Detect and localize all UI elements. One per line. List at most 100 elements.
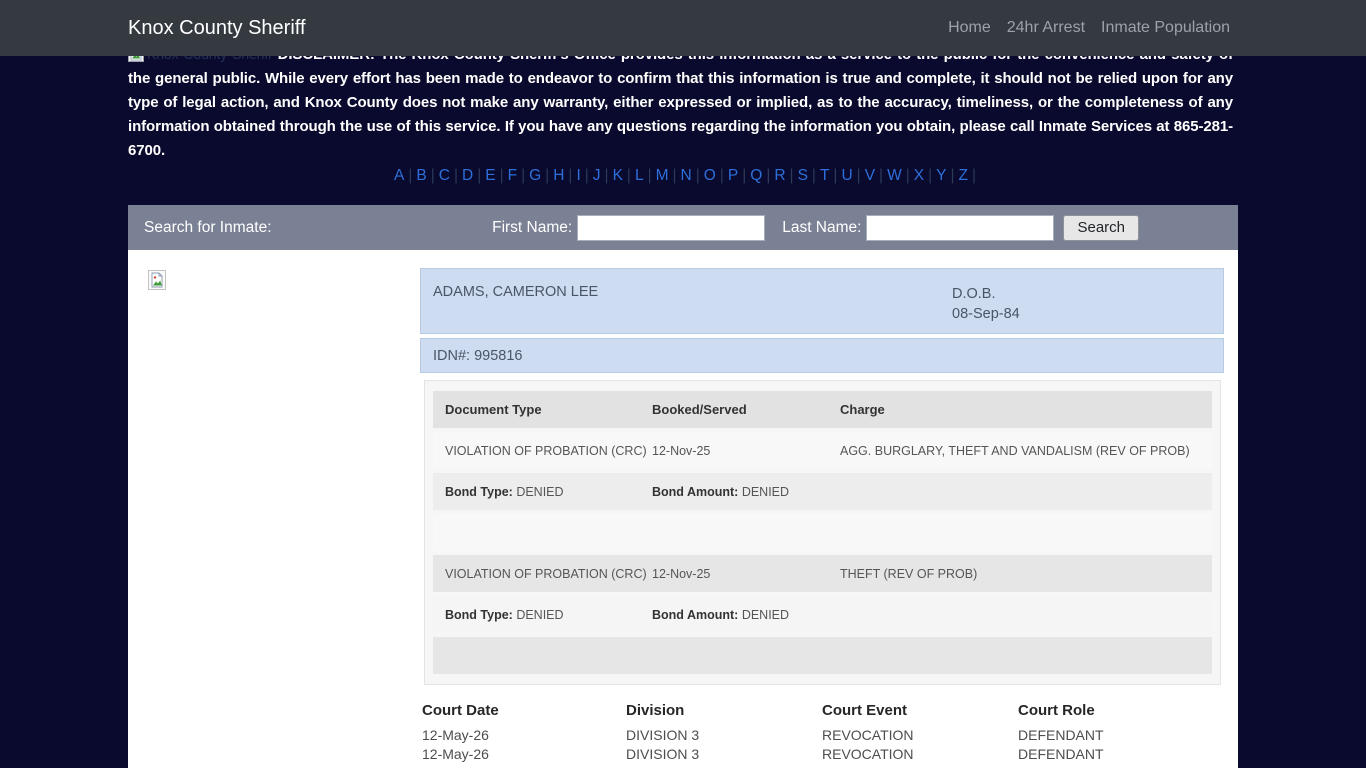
court-event: REVOCATION [822,726,1018,745]
col-booked-served: Booked/Served [652,402,840,417]
alphabet-link-E[interactable]: E [481,167,499,184]
alphabet-link-H[interactable]: H [549,167,568,184]
nav-links: Home 24hr Arrest Inmate Population [940,11,1238,45]
alphabet-nav: A|B|C|D|E|F|G|H|I|J|K|L|M|N|O|P|Q|R|S|T|… [128,166,1238,186]
bond-amount: Bond Amount: DENIED [652,485,840,499]
letter-separator: | [500,167,504,184]
bond-amount-label: Bond Amount: [652,608,738,622]
alphabet-link-W[interactable]: W [883,167,906,184]
first-name-input[interactable] [577,215,765,241]
inmate-idn-card: IDN#: 995816 [420,338,1224,373]
alphabet-link-B[interactable]: B [412,167,430,184]
alphabet-link-L[interactable]: L [631,167,648,184]
letter-separator: | [605,167,609,184]
dob-label: D.O.B. [952,284,1020,304]
alphabet-link-J[interactable]: J [589,167,605,184]
booked-served: 12-Nov-25 [652,567,840,581]
alphabet-link-X[interactable]: X [910,167,928,184]
court-table: Court Date Division Court Event Court Ro… [420,703,1224,768]
bond-amount: Bond Amount: DENIED [652,608,840,622]
alphabet-link-D[interactable]: D [458,167,477,184]
court-role: DEFENDANT [1018,726,1224,745]
brand-link[interactable]: Knox County Sheriff [128,17,306,40]
empty-row [433,637,1212,674]
col-document-type: Document Type [445,402,652,417]
bond-type-value: DENIED [516,608,563,622]
alphabet-link-G[interactable]: G [525,167,545,184]
search-button[interactable]: Search [1063,215,1139,241]
col-court-date: Court Date [422,703,626,719]
first-name-label: First Name: [492,219,572,237]
document-type: VIOLATION OF PROBATION (CRC) [445,444,652,458]
navbar: Knox County Sheriff Home 24hr Arrest Inm… [0,0,1366,56]
nav-item-home[interactable]: Home [940,11,999,45]
alphabet-link-Z[interactable]: Z [954,167,971,184]
letter-separator: | [648,167,652,184]
alphabet-link-P[interactable]: P [724,167,742,184]
alphabet-link-F[interactable]: F [504,167,521,184]
alphabet-link-Q[interactable]: Q [746,167,766,184]
bond-type: Bond Type: DENIED [445,485,652,499]
court-event: REVOCATION [822,745,1018,764]
dob-value: 08-Sep-84 [952,304,1020,324]
alphabet-link-U[interactable]: U [837,167,856,184]
bond-amount-label: Bond Amount: [652,485,738,499]
alphabet-link-K[interactable]: K [609,167,627,184]
alphabet-link-A[interactable]: A [390,167,408,184]
court-date: 12-May-26 [422,745,626,764]
col-charge: Charge [840,402,1212,417]
document-type: VIOLATION OF PROBATION (CRC) [445,567,652,581]
inmate-name: ADAMS, CAMERON LEE [433,284,598,300]
nav-item-inmate-population[interactable]: Inmate Population [1093,11,1238,45]
bond-type-value: DENIED [516,485,563,499]
court-header-row: Court Date Division Court Event Court Ro… [422,703,1224,719]
division: DIVISION 3 [626,726,822,745]
bond-amount-value: DENIED [742,608,789,622]
bond-type: Bond Type: DENIED [445,608,652,622]
col-court-role: Court Role [1018,703,1224,719]
charge: AGG. BURGLARY, THEFT AND VANDALISM (REV … [840,444,1212,458]
division: DIVISION 3 [626,745,822,764]
alphabet-link-T[interactable]: T [816,167,833,184]
charges-table: Document Type Booked/Served Charge VIOLA… [424,380,1221,685]
charge-row: VIOLATION OF PROBATION (CRC) 12-Nov-25 T… [433,555,1212,592]
inmate-header-card: ADAMS, CAMERON LEE D.O.B. 08-Sep-84 [420,268,1224,334]
alphabet-link-Y[interactable]: Y [932,167,950,184]
booked-served: 12-Nov-25 [652,444,840,458]
nav-item-24hr-arrest[interactable]: 24hr Arrest [999,11,1093,45]
inmate-photo-broken-image-icon [148,270,166,290]
col-court-event: Court Event [822,703,1018,719]
bond-amount-value: DENIED [742,485,789,499]
search-title: Search for Inmate: [144,219,272,237]
court-row: 12-May-26 DIVISION 3 REVOCATION DEFENDAN… [422,726,1224,745]
charge: THEFT (REV OF PROB) [840,567,1212,581]
alphabet-link-R[interactable]: R [770,167,789,184]
search-bar: Search for Inmate: First Name: Last Name… [128,205,1238,250]
charge-row: VIOLATION OF PROBATION (CRC) 12-Nov-25 A… [433,432,1212,469]
bond-row: Bond Type: DENIED Bond Amount: DENIED [433,473,1212,510]
court-role: DEFENDANT [1018,745,1224,764]
alphabet-link-I[interactable]: I [572,167,584,184]
letter-separator: | [790,167,794,184]
alphabet-link-C[interactable]: C [435,167,454,184]
bond-type-label: Bond Type: [445,485,513,499]
disclaimer-text: Knox County SheriffDISCLAIMER: The Knox … [128,42,1233,163]
letter-separator: | [673,167,677,184]
bond-type-label: Bond Type: [445,608,513,622]
alphabet-link-S[interactable]: S [794,167,812,184]
disclaimer-body: DISCLAIMER: The Knox County Sheriff's Of… [128,46,1233,159]
inmate-idn: IDN#: 995816 [433,348,522,364]
results-area: ADAMS, CAMERON LEE D.O.B. 08-Sep-84 IDN#… [128,250,1238,768]
court-row: 12-May-26 DIVISION 3 REVOCATION DEFENDAN… [422,745,1224,764]
alphabet-link-N[interactable]: N [677,167,696,184]
col-division: Division [626,703,822,719]
charges-header-row: Document Type Booked/Served Charge [433,391,1212,428]
spacer-row [433,514,1212,551]
alphabet-link-O[interactable]: O [700,167,720,184]
letter-separator: | [972,167,976,184]
alphabet-link-M[interactable]: M [652,167,673,184]
alphabet-link-V[interactable]: V [861,167,879,184]
last-name-input[interactable] [866,215,1054,241]
last-name-label: Last Name: [782,219,861,237]
bond-row: Bond Type: DENIED Bond Amount: DENIED [433,596,1212,633]
